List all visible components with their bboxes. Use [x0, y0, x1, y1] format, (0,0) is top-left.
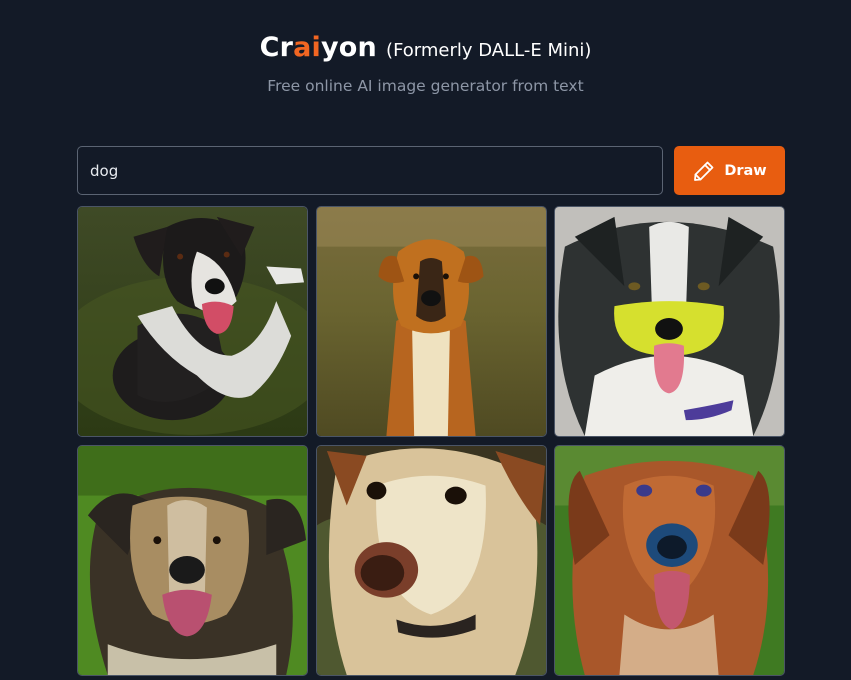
dog-image	[317, 446, 546, 675]
dog-image	[555, 446, 784, 675]
former-name: (Formerly DALL-E Mini)	[386, 40, 592, 61]
result-image-3[interactable]	[554, 206, 785, 437]
craiyon-page: Craiyon (Formerly DALL-E Mini) Free onli…	[0, 0, 851, 680]
dog-image	[555, 207, 784, 436]
result-image-4[interactable]	[77, 445, 308, 676]
brand-accent: ai	[293, 32, 321, 63]
result-image-6[interactable]	[554, 445, 785, 676]
result-image-5[interactable]	[316, 445, 547, 676]
dog-image	[78, 446, 307, 675]
page-title: Craiyon (Formerly DALL-E Mini)	[0, 32, 851, 63]
draw-button[interactable]: Draw	[674, 146, 785, 195]
result-image-2[interactable]	[316, 206, 547, 437]
page-subtitle: Free online AI image generator from text	[267, 77, 584, 95]
results-grid	[77, 206, 785, 676]
prompt-input[interactable]	[77, 146, 663, 195]
dog-image	[78, 207, 307, 436]
brand-prefix: Cr	[259, 32, 294, 63]
brand-logo: Craiyon	[260, 32, 377, 63]
brand-suffix: yon	[320, 32, 377, 63]
result-image-1[interactable]	[77, 206, 308, 437]
dog-image	[317, 207, 546, 436]
pencil-icon	[694, 161, 714, 181]
draw-button-label: Draw	[724, 162, 767, 179]
